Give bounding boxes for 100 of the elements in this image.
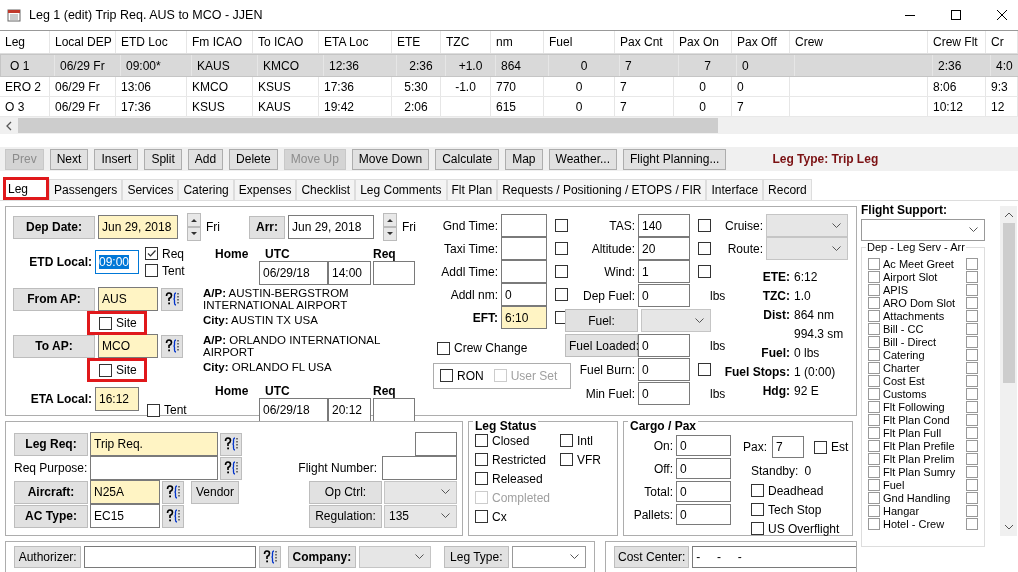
tab[interactable]: Record [763,179,812,200]
checkbox[interactable] [966,361,978,374]
checkbox[interactable] [966,296,978,309]
toolbar-button[interactable]: Map [505,148,543,170]
leg-req-button[interactable]: Leg Req: [14,432,88,456]
tab[interactable]: Leg [3,177,49,200]
input-field[interactable]: 0 [676,435,731,456]
lookup-button[interactable] [161,287,183,311]
op-ctrl-button[interactable]: Op Ctrl: [309,480,382,504]
column-header[interactable]: Fm ICAO [187,31,253,53]
input-field[interactable] [501,237,547,260]
checkbox[interactable] [437,341,450,355]
toolbar-button[interactable]: Split [144,148,182,170]
date-field[interactable]: Jun 29, 2018 [98,215,178,239]
tab[interactable]: Catering [178,179,234,200]
airport-field[interactable]: MCO [98,334,158,358]
checkbox[interactable] [751,484,764,497]
fuel-loaded-button[interactable]: Fuel Loaded: [565,334,638,357]
input-field[interactable] [90,456,218,480]
checkbox[interactable] [966,452,978,465]
tab[interactable]: Expenses [233,179,297,200]
input-field[interactable]: 6:10 [501,306,547,329]
scroll-down-icon[interactable] [1003,523,1014,531]
column-header[interactable]: Local DEP [50,31,116,53]
column-header[interactable]: To ICAO [253,31,319,53]
checkbox[interactable] [966,309,978,322]
input-field[interactable]: 7 [772,436,804,458]
vendor-button[interactable]: Vendor [191,480,239,504]
input-field[interactable]: 0 [676,481,731,502]
checkbox[interactable] [698,242,711,255]
ac-type-button[interactable]: AC Type: [14,504,88,528]
checkbox[interactable] [966,413,978,426]
checkbox[interactable] [868,478,880,491]
input-field[interactable]: 0 [676,458,731,479]
toolbar-button[interactable]: Add [187,148,224,170]
checkbox[interactable] [475,510,488,523]
checkbox[interactable] [147,403,160,417]
checkbox[interactable] [560,453,574,466]
checkbox[interactable] [751,503,764,516]
checkbox[interactable] [555,265,568,278]
column-header[interactable]: nm [491,31,544,53]
toolbar-button[interactable]: Insert [94,148,139,170]
checkbox[interactable] [966,270,978,283]
checkbox[interactable] [814,440,827,454]
checkbox[interactable] [966,374,978,387]
checkbox[interactable] [99,363,112,377]
close-icon[interactable] [996,9,1008,21]
tab[interactable]: Flt Plan [446,179,498,200]
scroll-thumb[interactable] [18,118,718,133]
checkbox[interactable] [868,439,880,452]
checkbox[interactable] [868,270,880,283]
lookup-button[interactable] [161,334,183,358]
input-field[interactable]: Trip Req. [90,432,218,456]
input-field[interactable]: 0 [638,358,690,381]
checkbox[interactable] [966,257,978,270]
checkbox[interactable] [966,283,978,296]
company-button[interactable]: Company: [288,546,356,568]
checkbox[interactable] [698,219,711,232]
input-field[interactable] [415,432,457,456]
dropdown[interactable] [384,480,457,504]
column-header[interactable]: Leg [0,31,50,53]
checkbox[interactable] [475,472,488,485]
input-field[interactable] [501,214,547,237]
checkbox[interactable] [966,400,978,413]
checkbox[interactable] [868,465,880,478]
tab[interactable]: Requests / Positioning / ETOPS / FIR [497,179,707,200]
checkbox[interactable] [868,413,880,426]
checkbox[interactable] [751,522,764,535]
column-header[interactable]: ETE [392,31,441,53]
leg-type-button[interactable]: Leg Type: [443,546,509,568]
checkbox[interactable] [868,504,880,517]
checkbox[interactable] [99,316,112,330]
checkbox[interactable] [868,309,880,322]
toolbar-button[interactable]: Calculate [435,148,500,170]
input-field[interactable]: N25A [90,480,160,504]
input-field[interactable]: - - - [692,546,856,568]
arr-date-button[interactable]: Arr: [249,215,285,239]
tab[interactable]: Interface [706,179,764,200]
cost-center-button[interactable]: Cost Center: [614,546,690,568]
checkbox[interactable] [966,504,978,517]
checkbox[interactable] [868,283,880,296]
utc-date-field[interactable]: 06/29/18 [259,398,328,422]
req-time-field[interactable] [373,261,415,285]
toolbar-button[interactable]: Move Down [351,148,430,170]
lookup-button[interactable] [162,504,184,528]
input-field[interactable]: 140 [638,214,690,237]
time-field[interactable]: 09:00 [95,250,139,274]
checkbox[interactable] [475,453,488,466]
checkbox[interactable] [966,348,978,361]
checkbox[interactable] [698,265,711,278]
input-field[interactable]: 0 [638,284,690,307]
checkbox[interactable] [868,335,880,348]
checkbox[interactable] [555,242,568,255]
input-field[interactable]: 0 [638,334,690,357]
checkbox[interactable] [868,387,880,400]
table-row[interactable]: ERO 2 06/29 Fr 13:06 KMCO KSUS 17:36 5:30 -1.0 770 0 7 0 0 8:06 9:3 [0,77,1018,97]
checkbox[interactable] [966,335,978,348]
checkbox[interactable] [868,426,880,439]
tab[interactable]: Services [122,179,179,200]
checkbox[interactable] [868,374,880,387]
